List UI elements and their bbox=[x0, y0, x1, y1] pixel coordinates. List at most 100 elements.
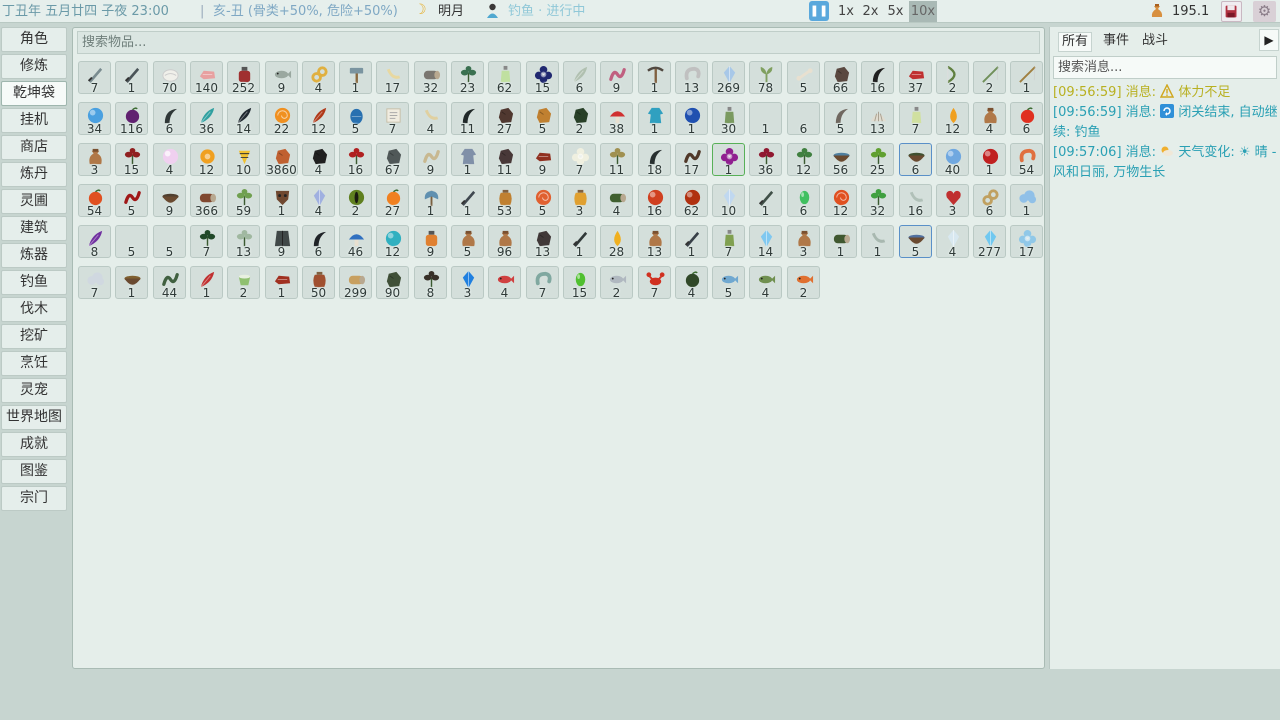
inventory-slot[interactable]: 3 bbox=[451, 266, 484, 299]
inventory-slot[interactable]: 140 bbox=[190, 61, 223, 94]
inventory-slot[interactable]: 23 bbox=[451, 61, 484, 94]
inventory-slot[interactable]: 4 bbox=[973, 102, 1006, 135]
inventory-slot[interactable]: 38 bbox=[600, 102, 633, 135]
inventory-slot[interactable]: 96 bbox=[488, 225, 521, 258]
inventory-slot[interactable]: 13 bbox=[227, 225, 260, 258]
inventory-slot[interactable]: 2 bbox=[227, 266, 260, 299]
sidebar-item-16[interactable]: 图鉴 bbox=[1, 459, 67, 484]
inventory-slot[interactable]: 1 bbox=[712, 143, 745, 176]
item-search-input[interactable] bbox=[77, 31, 1040, 54]
sidebar-item-2[interactable]: 乾坤袋 bbox=[1, 81, 67, 106]
inventory-slot[interactable]: 6 bbox=[563, 61, 596, 94]
inventory-slot[interactable]: 17 bbox=[376, 61, 409, 94]
inventory-slot[interactable]: 9 bbox=[265, 225, 298, 258]
inventory-slot[interactable]: 6 bbox=[787, 184, 820, 217]
inventory-slot[interactable]: 7 bbox=[526, 266, 559, 299]
inventory-slot[interactable]: 12 bbox=[302, 102, 335, 135]
inventory-slot[interactable]: 1 bbox=[190, 266, 223, 299]
inventory-slot[interactable]: 6 bbox=[302, 225, 335, 258]
inventory-slot[interactable]: 7 bbox=[712, 225, 745, 258]
sidebar-item-12[interactable]: 烹饪 bbox=[1, 351, 67, 376]
inventory-slot[interactable]: 5 bbox=[787, 61, 820, 94]
tab-1[interactable]: 事件 bbox=[1100, 32, 1132, 52]
inventory-slot[interactable]: 1 bbox=[749, 102, 782, 135]
inventory-slot[interactable]: 70 bbox=[153, 61, 186, 94]
inventory-slot[interactable]: 56 bbox=[824, 143, 857, 176]
inventory-slot[interactable]: 25 bbox=[861, 143, 894, 176]
inventory-slot[interactable]: 2 bbox=[787, 266, 820, 299]
inventory-slot[interactable]: 5 bbox=[899, 225, 932, 258]
inventory-slot[interactable]: 9 bbox=[526, 143, 559, 176]
inventory-slot[interactable]: 9 bbox=[600, 61, 633, 94]
inventory-slot[interactable]: 7 bbox=[899, 102, 932, 135]
inventory-slot[interactable]: 3 bbox=[563, 184, 596, 217]
sidebar-item-8[interactable]: 炼器 bbox=[1, 243, 67, 268]
inventory-slot[interactable]: 1 bbox=[115, 266, 148, 299]
inventory-slot[interactable]: 78 bbox=[749, 61, 782, 94]
sidebar-item-11[interactable]: 挖矿 bbox=[1, 324, 67, 349]
inventory-slot[interactable]: 3 bbox=[78, 143, 111, 176]
sidebar-item-6[interactable]: 灵圃 bbox=[1, 189, 67, 214]
inventory-slot[interactable]: 13 bbox=[526, 225, 559, 258]
inventory-slot[interactable]: 40 bbox=[936, 143, 969, 176]
inventory-slot[interactable]: 13 bbox=[675, 61, 708, 94]
inventory-slot[interactable]: 32 bbox=[414, 61, 447, 94]
sidebar-item-7[interactable]: 建筑 bbox=[1, 216, 67, 241]
sidebar-item-9[interactable]: 钓鱼 bbox=[1, 270, 67, 295]
inventory-slot[interactable]: 1 bbox=[861, 225, 894, 258]
inventory-slot[interactable]: 62 bbox=[488, 61, 521, 94]
speed-10x-button[interactable]: 10x bbox=[909, 1, 937, 22]
inventory-slot[interactable]: 7 bbox=[78, 61, 111, 94]
inventory-slot[interactable]: 34 bbox=[78, 102, 111, 135]
inventory-slot[interactable]: 2 bbox=[973, 61, 1006, 94]
inventory-slot[interactable]: 4 bbox=[675, 266, 708, 299]
inventory-slot[interactable]: 1 bbox=[339, 61, 372, 94]
inventory-slot[interactable]: 54 bbox=[1010, 143, 1043, 176]
inventory-slot[interactable]: 5 bbox=[339, 102, 372, 135]
sidebar-item-17[interactable]: 宗门 bbox=[1, 486, 67, 511]
inventory-slot[interactable]: 11 bbox=[451, 102, 484, 135]
sidebar-item-1[interactable]: 修炼 bbox=[1, 54, 67, 79]
inventory-slot[interactable]: 4 bbox=[600, 184, 633, 217]
inventory-slot[interactable]: 4 bbox=[302, 61, 335, 94]
inventory-slot[interactable]: 66 bbox=[824, 61, 857, 94]
sidebar-item-14[interactable]: 世界地图 bbox=[1, 405, 67, 430]
inventory-slot[interactable]: 9 bbox=[414, 225, 447, 258]
inventory-slot[interactable]: 7 bbox=[78, 266, 111, 299]
inventory-slot[interactable]: 4 bbox=[488, 266, 521, 299]
speed-5x-button[interactable]: 5x bbox=[884, 1, 907, 22]
inventory-slot[interactable]: 1 bbox=[638, 61, 671, 94]
inventory-slot[interactable]: 366 bbox=[190, 184, 223, 217]
inventory-slot[interactable]: 10 bbox=[712, 184, 745, 217]
inventory-slot[interactable]: 18 bbox=[638, 143, 671, 176]
inventory-slot[interactable]: 2 bbox=[936, 61, 969, 94]
inventory-slot[interactable]: 8 bbox=[414, 266, 447, 299]
inventory-slot[interactable]: 9 bbox=[153, 184, 186, 217]
inventory-slot[interactable]: 5 bbox=[526, 102, 559, 135]
sidebar-item-10[interactable]: 伐木 bbox=[1, 297, 67, 322]
inventory-slot[interactable]: 37 bbox=[899, 61, 932, 94]
save-button[interactable] bbox=[1221, 1, 1242, 22]
inventory-slot[interactable]: 4 bbox=[302, 143, 335, 176]
inventory-slot[interactable]: 90 bbox=[376, 266, 409, 299]
inventory-slot[interactable]: 15 bbox=[115, 143, 148, 176]
sidebar-item-5[interactable]: 炼丹 bbox=[1, 162, 67, 187]
inventory-slot[interactable]: 4 bbox=[749, 266, 782, 299]
inventory-slot[interactable]: 2 bbox=[563, 102, 596, 135]
inventory-slot[interactable]: 6 bbox=[787, 102, 820, 135]
inventory-slot[interactable]: 1 bbox=[1010, 61, 1043, 94]
inventory-slot[interactable]: 252 bbox=[227, 61, 260, 94]
inventory-slot[interactable]: 62 bbox=[675, 184, 708, 217]
inventory-slot[interactable]: 36 bbox=[749, 143, 782, 176]
inventory-slot[interactable]: 14 bbox=[227, 102, 260, 135]
inventory-slot[interactable]: 1 bbox=[265, 266, 298, 299]
inventory-slot[interactable]: 44 bbox=[153, 266, 186, 299]
sidebar-item-0[interactable]: 角色 bbox=[1, 27, 67, 52]
inventory-slot[interactable]: 1 bbox=[451, 184, 484, 217]
inventory-slot[interactable]: 1 bbox=[675, 225, 708, 258]
sidebar-item-15[interactable]: 成就 bbox=[1, 432, 67, 457]
tab-2[interactable]: 战斗 bbox=[1139, 32, 1171, 52]
inventory-slot[interactable]: 11 bbox=[600, 143, 633, 176]
inventory-slot[interactable]: 16 bbox=[339, 143, 372, 176]
speed-1x-button[interactable]: 1x bbox=[835, 1, 857, 22]
